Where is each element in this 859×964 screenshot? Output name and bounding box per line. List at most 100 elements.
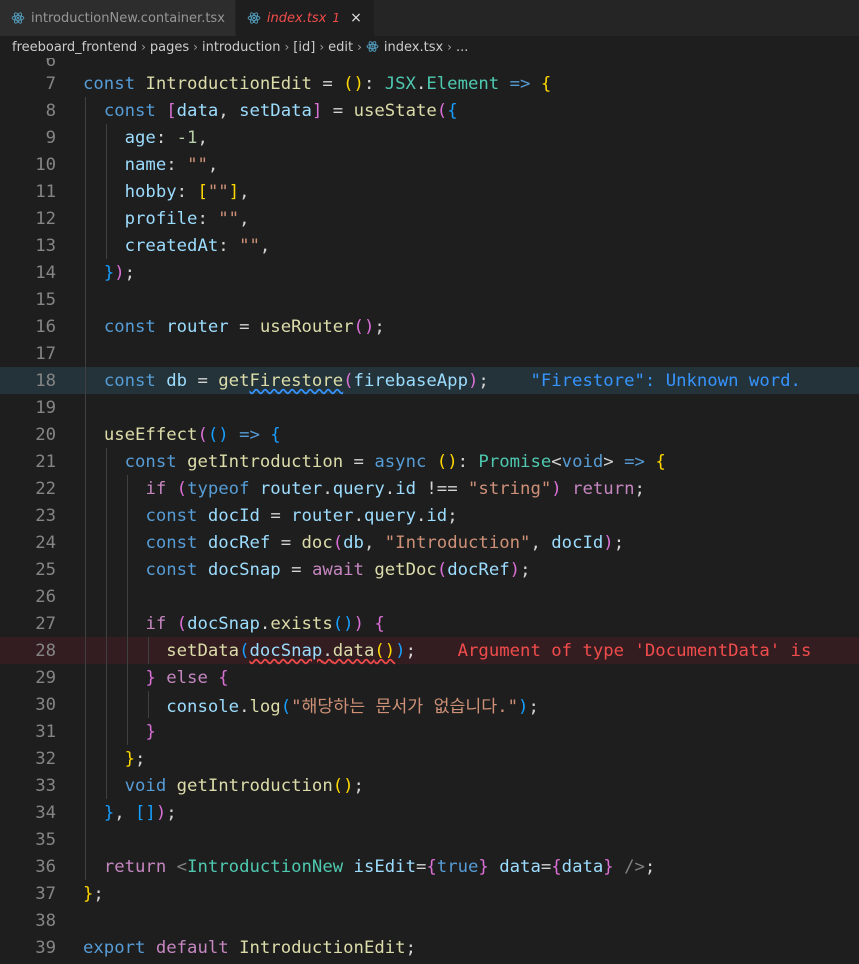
- line-number: 26: [35, 586, 56, 607]
- code-line-15: 15: [0, 286, 859, 313]
- line-number: 31: [35, 721, 56, 742]
- line-number: 20: [35, 424, 56, 445]
- tab-bar: introductionNew.container.tsx index.tsx …: [0, 0, 859, 36]
- line-number: 35: [35, 829, 56, 850]
- code-line-16: 16 const router = useRouter();: [0, 313, 859, 340]
- indent-guide: [127, 475, 128, 745]
- code-line-11: 11 hobby: [""],: [0, 178, 859, 205]
- chevron-right-icon: ›: [447, 40, 452, 54]
- close-icon[interactable]: ×: [348, 10, 364, 26]
- breadcrumb-item[interactable]: introduction: [202, 40, 281, 55]
- line-number: 29: [35, 667, 56, 688]
- code-line-26: 26: [0, 583, 859, 610]
- line-number: 38: [35, 910, 56, 931]
- breadcrumb-symbols[interactable]: ...: [456, 40, 468, 55]
- indent-guide: [148, 637, 149, 664]
- line-number: 24: [35, 532, 56, 553]
- code-line-21: 21 const getIntroduction = async (): Pro…: [0, 448, 859, 475]
- code-line-33: 33 void getIntroduction();: [0, 772, 859, 799]
- line-number: 18: [35, 370, 56, 391]
- code-line-38: 38: [0, 907, 859, 934]
- code-line-32: 32 };: [0, 745, 859, 772]
- line-number: 30: [35, 694, 56, 715]
- code-line-28: 28 setData(docSnap.data()); Argument of …: [0, 637, 859, 664]
- tab-index-tsx[interactable]: index.tsx 1 ×: [235, 0, 376, 36]
- line-number: 11: [35, 181, 56, 202]
- spell-check-diagnostic[interactable]: "Firestore": Unknown word.: [530, 371, 801, 391]
- indent-guide: [106, 448, 107, 799]
- line-number: 34: [35, 802, 56, 823]
- line-number: 21: [35, 451, 56, 472]
- code-editor[interactable]: 6 7 const IntroductionEdit = (): JSX.Elem…: [0, 58, 859, 964]
- code-line-24: 24 const docRef = doc(db, "Introduction"…: [0, 529, 859, 556]
- code-line-23: 23 const docId = router.query.id;: [0, 502, 859, 529]
- line-number: 33: [35, 775, 56, 796]
- breadcrumb-file[interactable]: index.tsx: [366, 40, 443, 55]
- line-number: 14: [35, 262, 56, 283]
- line-number: 23: [35, 505, 56, 526]
- code-line-18: 18 const db = getFirestore(firebaseApp);…: [0, 367, 859, 394]
- code-line-25: 25 const docSnap = await getDoc(docRef);: [0, 556, 859, 583]
- code-line-29: 29 } else {: [0, 664, 859, 691]
- line-number: 12: [35, 208, 56, 229]
- chevron-right-icon: ›: [193, 40, 198, 54]
- code-line-12: 12 profile: "",: [0, 205, 859, 232]
- breadcrumb-item[interactable]: [id]: [293, 40, 315, 55]
- indent-guide: [85, 97, 86, 880]
- line-number: 13: [35, 235, 56, 256]
- line-number: 15: [35, 289, 56, 310]
- indent-guide: [106, 124, 107, 259]
- code-line-10: 10 name: "",: [0, 151, 859, 178]
- line-number: 27: [35, 613, 56, 634]
- line-number: 36: [35, 856, 56, 877]
- breadcrumb: freeboard_frontend › pages › introductio…: [0, 36, 859, 58]
- type-error-diagnostic[interactable]: Argument of type 'DocumentData' is: [458, 641, 812, 661]
- line-number: 19: [35, 397, 56, 418]
- chevron-right-icon: ›: [284, 40, 290, 54]
- code-line-22: 22 if (typeof router.query.id !== "strin…: [0, 475, 859, 502]
- code-line-36: 36 return <IntroductionNew isEdit={true}…: [0, 853, 859, 880]
- code-line-39: 39 export default IntroductionEdit;: [0, 934, 859, 961]
- line-number: 16: [35, 316, 56, 337]
- code-line-27: 27 if (docSnap.exists()) {: [0, 610, 859, 637]
- code-line-13: 13 createdAt: "",: [0, 232, 859, 259]
- code-line-7: 7 const IntroductionEdit = (): JSX.Elemen…: [0, 70, 859, 97]
- react-icon: [10, 10, 26, 26]
- tab-label: index.tsx: [266, 10, 327, 26]
- code-line-19: 19: [0, 394, 859, 421]
- code-line-34: 34 }, []);: [0, 799, 859, 826]
- line-number: 37: [35, 883, 56, 904]
- code-line-37: 37};: [0, 880, 859, 907]
- line-number: 9: [45, 127, 56, 148]
- chevron-right-icon: ›: [319, 40, 325, 54]
- breadcrumb-file-label: index.tsx: [383, 39, 444, 55]
- breadcrumb-item[interactable]: pages: [150, 40, 189, 55]
- problem-count-badge: 1: [332, 11, 341, 25]
- tab-introductionnew-container[interactable]: introductionNew.container.tsx: [0, 0, 236, 36]
- line-number: 28: [35, 640, 56, 661]
- line-number: 6: [45, 58, 56, 71]
- code-line-14: 14 });: [0, 259, 859, 286]
- chevron-right-icon: ›: [357, 40, 362, 54]
- line-number: 8: [45, 100, 56, 121]
- indent-guide: [148, 691, 149, 718]
- line-number: 22: [35, 478, 56, 499]
- line-number: 39: [35, 937, 56, 958]
- line-number: 25: [35, 559, 56, 580]
- line-number: 17: [35, 343, 56, 364]
- react-icon: [246, 10, 262, 26]
- line-number: 32: [35, 748, 56, 769]
- code-line-8: 8 const [data, setData] = useState({: [0, 97, 859, 124]
- code-line-35: 35: [0, 826, 859, 853]
- chevron-right-icon: ›: [141, 40, 146, 54]
- breadcrumb-item[interactable]: edit: [328, 40, 353, 55]
- code-line-30: 30 console.log("해당하는 문서가 없습니다.");: [0, 691, 859, 718]
- react-icon: [366, 40, 380, 54]
- tab-label: introductionNew.container.tsx: [31, 10, 225, 26]
- line-number: 10: [35, 154, 56, 175]
- code-line-31: 31 }: [0, 718, 859, 745]
- code-line-17: 17: [0, 340, 859, 367]
- code-line-9: 9 age: -1,: [0, 124, 859, 151]
- line-number: 7: [45, 73, 56, 94]
- breadcrumb-item[interactable]: freeboard_frontend: [12, 40, 137, 55]
